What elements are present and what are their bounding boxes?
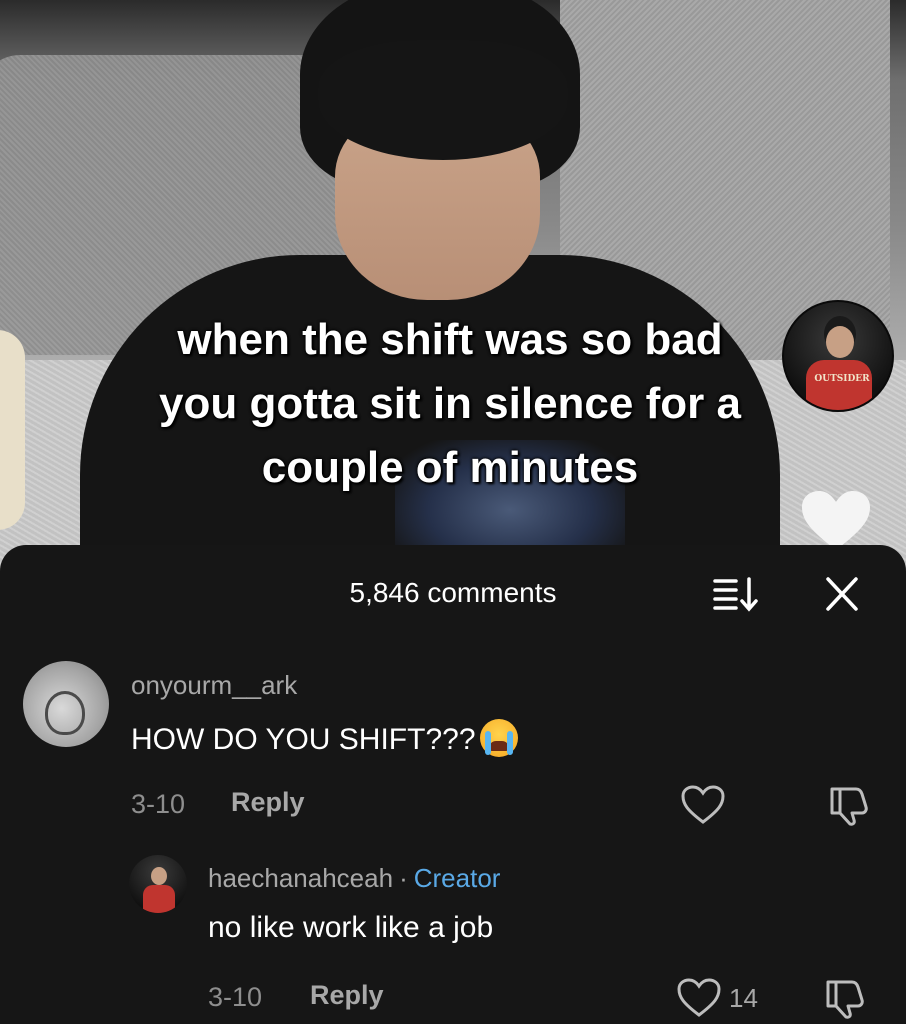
person-fringe	[318, 40, 568, 160]
comment-date: 3-10	[131, 789, 186, 819]
creator-avatar-head	[826, 326, 854, 358]
commenter-avatar[interactable]	[23, 661, 109, 747]
heart-icon[interactable]	[800, 490, 872, 552]
creator-avatar[interactable]: OUTSIDER	[782, 300, 894, 412]
comment-username-row: haechanahceah · Creator	[208, 863, 500, 894]
caption-line-3: couple of minutes	[261, 443, 639, 492]
reply-button[interactable]: Reply	[310, 980, 384, 1011]
creator-avatar-shirt	[806, 360, 872, 410]
comment-like-icon[interactable]	[681, 785, 725, 825]
creator-badge: Creator	[413, 863, 501, 893]
dislike-icon[interactable]	[822, 976, 866, 1020]
close-icon[interactable]	[822, 575, 862, 613]
dislike-icon[interactable]	[826, 783, 870, 827]
comment-text-content: HOW DO YOU SHIFT???	[131, 723, 476, 756]
background-person-edge	[0, 330, 25, 530]
comments-count-title: 5,846 comments	[349, 577, 557, 608]
comment-like-icon[interactable]	[677, 978, 721, 1018]
comment-text: no like work like a job	[208, 911, 494, 944]
like-count: 14	[729, 983, 758, 1013]
loudly-crying-face-icon	[479, 719, 518, 757]
video-caption: when the shift was so bad you gotta sit …	[90, 308, 810, 500]
caption-line-2: you gotta sit in silence for a	[159, 379, 741, 428]
reply-button[interactable]: Reply	[231, 787, 305, 818]
caption-line-1: when the shift was so bad	[177, 315, 723, 364]
separator-dot: ·	[399, 863, 408, 893]
video-player[interactable]: when the shift was so bad you gotta sit …	[0, 0, 906, 575]
comment-username[interactable]: haechanahceah	[208, 863, 393, 893]
creator-avatar-shirt-text: OUTSIDER	[814, 374, 870, 384]
comment-text: HOW DO YOU SHIFT???	[131, 719, 518, 757]
comments-sheet: 5,846 comments onyourm__ark HOW DO YOU S…	[0, 545, 906, 1024]
comment-date: 3-10	[208, 982, 263, 1012]
comment-username[interactable]: onyourm__ark	[131, 670, 297, 701]
sort-icon[interactable]	[712, 575, 760, 613]
creator-reply-avatar[interactable]	[129, 855, 187, 913]
